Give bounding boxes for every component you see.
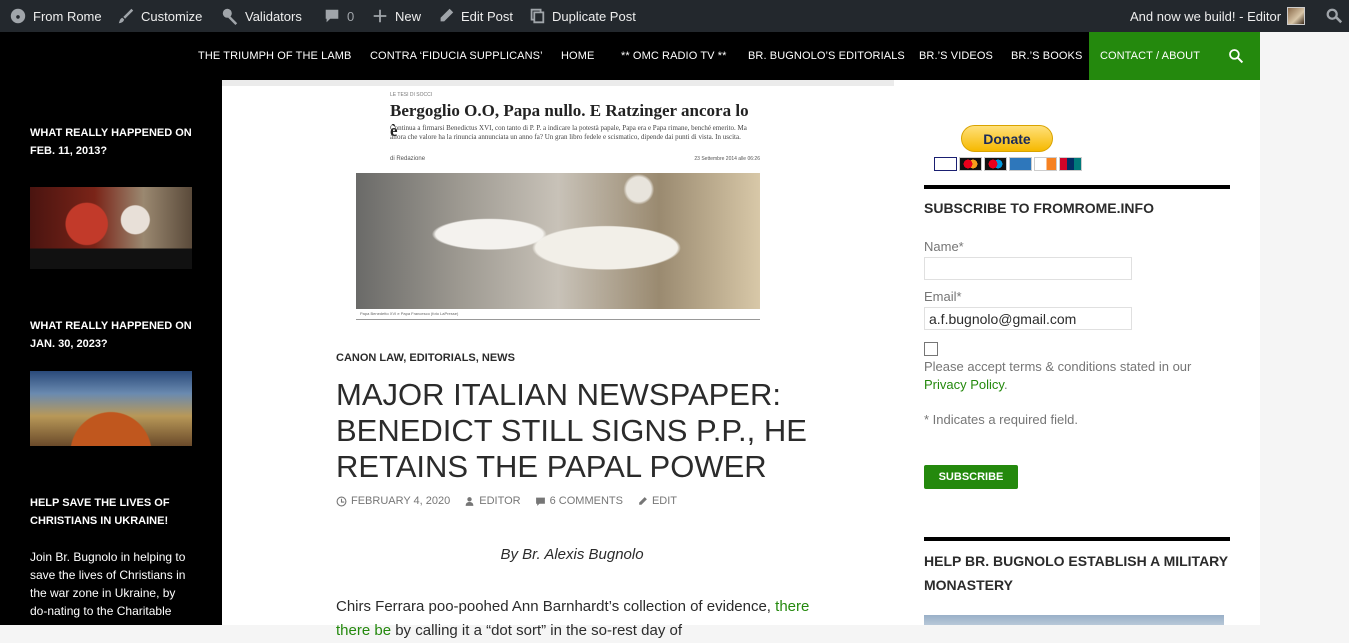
post-title: MAJOR ITALIAN NEWSPAPER: BENEDICT STILL … <box>336 377 807 484</box>
comment-bubble-icon <box>535 497 545 506</box>
admin-edit-post-label: Edit Post <box>461 8 514 24</box>
pencil-icon <box>437 7 455 25</box>
category-link-canon-law[interactable]: CANON LAW <box>336 352 403 364</box>
name-input[interactable] <box>924 257 1132 280</box>
post-comments: 6 COMMENTS <box>549 495 623 507</box>
search-icon <box>1325 7 1343 25</box>
nav-item-home[interactable]: HOME <box>561 32 594 80</box>
terms-checkbox[interactable] <box>924 342 938 356</box>
subscribe-widget-title: SUBSCRIBE TO FROMROME.INFO <box>924 200 1154 216</box>
admin-customize-link[interactable]: Customize <box>117 0 202 32</box>
comment-bubble-icon <box>323 7 341 25</box>
post-comments-link[interactable]: 6 COMMENTS <box>535 495 623 507</box>
left-sidebar: WHAT REALLY HAPPENED ON FEB. 11, 2013? W… <box>0 80 222 625</box>
nav-item-editorials[interactable]: BR. BUGNOLO’S EDITORIALS <box>748 32 905 80</box>
duplicate-icon <box>528 7 546 25</box>
visa-card-icon <box>934 157 957 171</box>
post-body: Chirs Ferrara poo-poohed Ann Barnhardt’s… <box>336 595 810 643</box>
military-monastery-widget-title: HELP BR. BUGNOLO ESTABLISH A MILITARY MO… <box>924 553 1228 593</box>
post-byline: By Br. Alexis Bugnolo <box>500 546 644 563</box>
widget-text-ukraine: Join Br. Bugnolo in helping to save the … <box>30 550 186 618</box>
post-edit: EDIT <box>651 495 678 507</box>
discover-card-icon <box>1034 157 1057 171</box>
privacy-policy-link[interactable]: Privacy Policy <box>924 377 1004 392</box>
email-label: Email* <box>924 289 962 304</box>
widget-title-jan-2023: WHAT REALLY HAPPENED ON JAN. 30, 2023? <box>30 320 192 350</box>
nav-item-triumph-of-the-lamb[interactable]: THE TRIUMPH OF THE LAMB <box>198 32 351 80</box>
widget-divider <box>924 537 1230 541</box>
user-icon <box>465 496 474 506</box>
unionpay-card-icon <box>1059 157 1082 171</box>
dashboard-icon <box>9 7 27 25</box>
terms-label: Please accept terms & conditions stated … <box>924 359 1192 374</box>
admin-new-link[interactable]: New <box>371 0 421 32</box>
search-icon <box>1228 49 1243 64</box>
right-sidebar: Donate SUBSCRIBE TO FROMROME.INFO Name* … <box>894 80 1260 625</box>
category-link-editorials[interactable]: EDITORIALS <box>409 352 475 364</box>
image-thumbnail-jan-2023[interactable] <box>30 371 192 446</box>
clip-subtitle: Continua a firmarsi Benedictus XVI, con … <box>390 124 747 141</box>
admin-new-label: New <box>395 8 422 24</box>
primary-navigation: THE TRIUMPH OF THE LAMB CONTRA ‘FIDUCIA … <box>0 32 1260 80</box>
admin-duplicate-post-label: Duplicate Post <box>552 8 636 24</box>
featured-image-newspaper-clip: LE TESI DI SOCCI Bergoglio O.O, Papa nul… <box>356 86 760 320</box>
video-thumbnail-feb-2013[interactable] <box>30 187 192 269</box>
admin-greeting: And now we build! - Editor <box>1130 8 1282 24</box>
admin-duplicate-post-link[interactable]: Duplicate Post <box>528 0 636 32</box>
post-edit-link[interactable]: EDIT <box>637 495 677 507</box>
widget-divider <box>924 185 1230 189</box>
payment-cards <box>934 157 1082 171</box>
post-body-start: Chirs Ferrara poo-poohed Ann Barnhardt’s… <box>336 598 771 615</box>
admin-comments-count: 0 <box>347 8 355 24</box>
widget-title-ukraine: HELP SAVE THE LIVES OF CHRISTIANS IN UKR… <box>30 497 170 527</box>
mastercard-icon <box>959 157 982 171</box>
nav-item-contra-fiducia[interactable]: CONTRA ‘FIDUCIA SUPPLICANS’ <box>370 32 543 80</box>
maestro-card-icon <box>984 157 1007 171</box>
plus-icon <box>371 7 389 25</box>
admin-search-button[interactable] <box>1325 0 1343 32</box>
pencil-icon <box>639 496 647 505</box>
admin-customize-label: Customize <box>141 8 203 24</box>
clip-date: 23 Settembre 2014 alle 06:26 <box>694 156 760 162</box>
clip-kicker: LE TESI DI SOCCI <box>390 92 433 98</box>
post-date: FEBRUARY 4, 2020 <box>351 495 451 507</box>
admin-account-menu[interactable]: And now we build! - Editor <box>1130 0 1306 32</box>
military-monastery-image[interactable] <box>924 615 1224 625</box>
admin-bar: From Rome Customize Validators 0 New Edi… <box>0 0 1349 32</box>
admin-site-label: From Rome <box>33 8 102 24</box>
avatar <box>1287 7 1306 25</box>
nav-search-toggle[interactable] <box>1211 32 1260 80</box>
name-label: Name* <box>924 239 964 254</box>
tools-icon <box>221 7 239 25</box>
post-date-link[interactable]: FEBRUARY 4, 2020 <box>336 495 450 507</box>
nav-item-contact-about[interactable]: CONTACT / ABOUT <box>1089 32 1211 80</box>
amex-card-icon <box>1009 157 1032 171</box>
post-author-link[interactable]: EDITOR <box>464 495 521 507</box>
main-content: LE TESI DI SOCCI Bergoglio O.O, Papa nul… <box>222 80 894 639</box>
post-author: EDITOR <box>479 495 521 507</box>
nav-item-videos[interactable]: BR.’S VIDEOS <box>919 32 993 80</box>
clip-caption: Papa Benedetto XVI e Papa Francesco (fot… <box>360 311 459 316</box>
clock-icon <box>336 496 347 506</box>
clip-photo <box>356 173 760 309</box>
admin-validators-label: Validators <box>245 8 302 24</box>
subscribe-button[interactable]: SUBSCRIBE <box>924 465 1018 489</box>
nav-item-omc-radio-tv[interactable]: ** OMC RADIO TV ** <box>621 32 727 80</box>
terms-text: Please accept terms & conditions stated … <box>924 359 1192 392</box>
admin-edit-post-link[interactable]: Edit Post <box>437 0 513 32</box>
brush-icon <box>117 7 135 25</box>
admin-comments-link[interactable]: 0 <box>323 0 354 32</box>
donate-button[interactable]: Donate <box>961 125 1053 152</box>
required-note: * Indicates a required field. <box>924 412 1078 427</box>
category-link-news[interactable]: NEWS <box>482 352 515 364</box>
clip-byline: di Redazione <box>390 156 426 162</box>
page-margin <box>1260 32 1349 625</box>
email-input[interactable] <box>924 307 1132 330</box>
nav-item-books[interactable]: BR.’S BOOKS <box>1011 32 1082 80</box>
post-categories: CANON LAW, EDITORIALS, NEWS <box>336 352 515 364</box>
widget-title-feb-2013: WHAT REALLY HAPPENED ON FEB. 11, 2013? <box>30 127 192 157</box>
admin-site-link[interactable]: From Rome <box>9 0 102 32</box>
admin-validators-link[interactable]: Validators <box>221 0 302 32</box>
post-meta: FEBRUARY 4, 2020 EDITOR 6 COMMENTS EDIT <box>336 495 677 507</box>
